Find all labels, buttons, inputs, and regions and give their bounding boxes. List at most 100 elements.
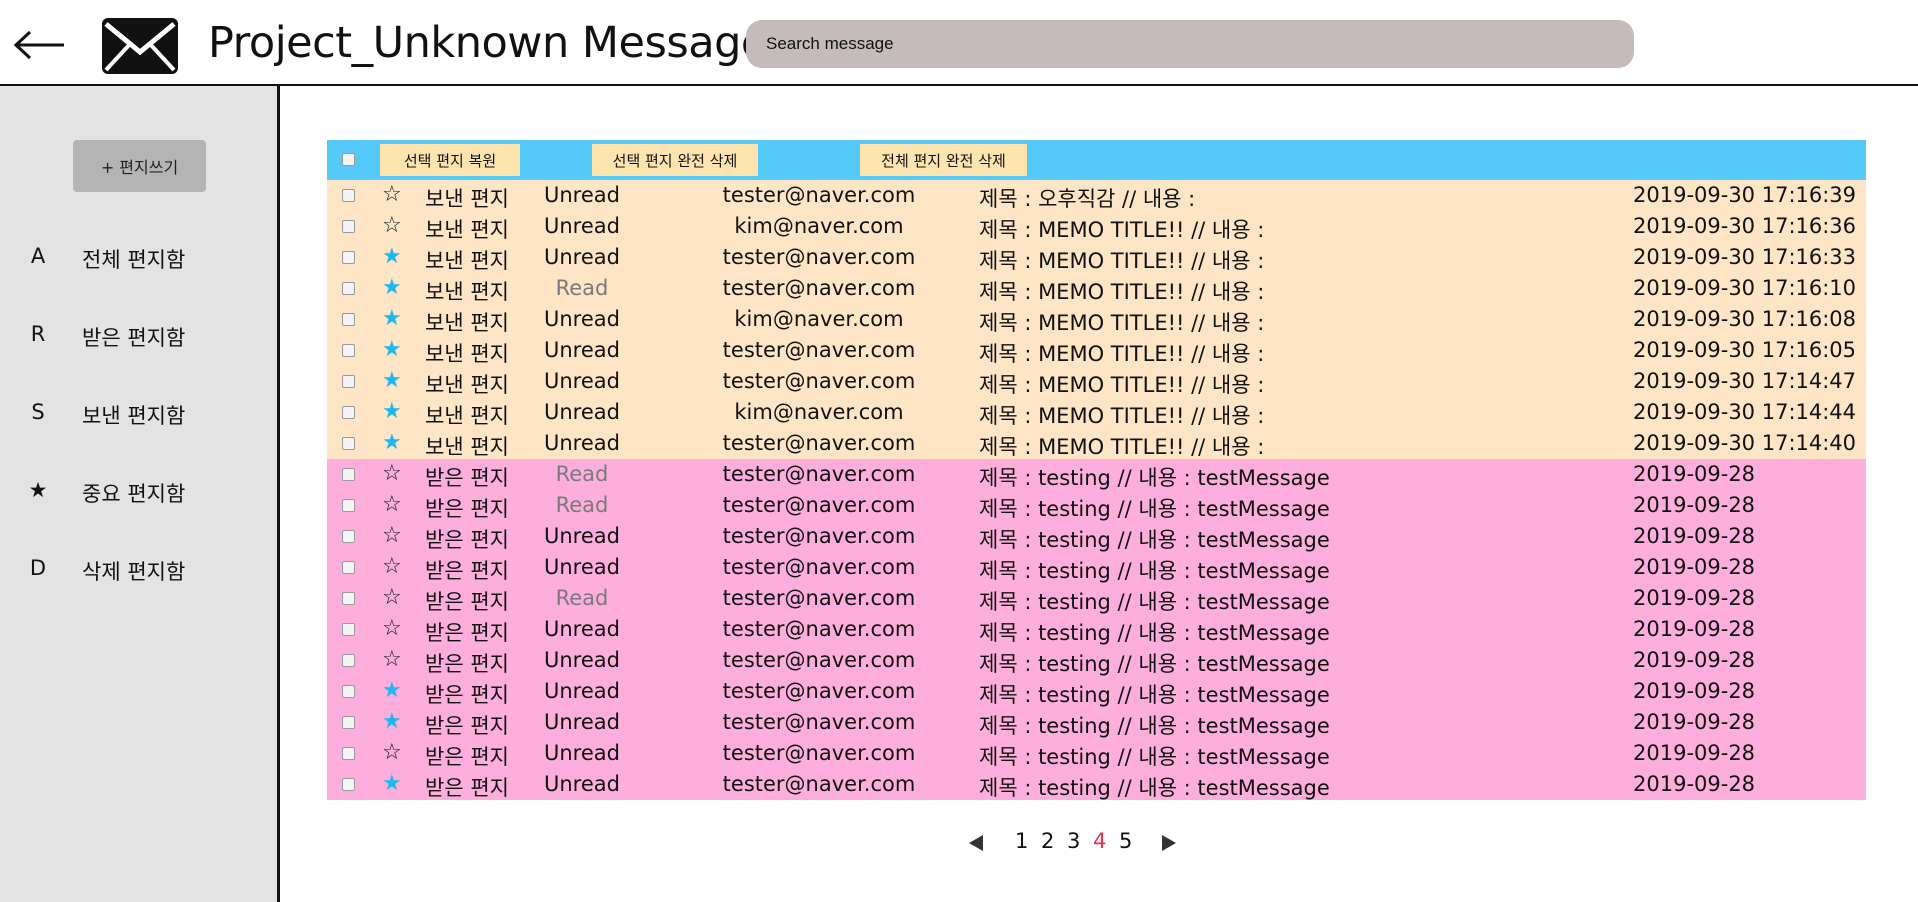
sidebar-item-all-mail[interactable]: A 전체 편지함 <box>0 236 277 280</box>
star-icon[interactable]: ★ <box>382 275 402 301</box>
table-row[interactable]: ★ 보낸 편지 Unread kim@naver.com 제목 : MEMO TITLE… <box>327 397 1866 428</box>
table-row[interactable]: ★ 보낸 편지 Unread tester@naver.com 제목 : MEMO TI… <box>327 242 1866 273</box>
star-icon[interactable]: ☆ <box>382 554 402 580</box>
table-row[interactable]: ★ 받은 편지 Unread tester@naver.com 제목 : testing… <box>327 707 1866 738</box>
table-row[interactable]: ☆ 받은 편지 Read tester@naver.com 제목 : testing /… <box>327 490 1866 521</box>
message-subject[interactable]: 제목 : MEMO TITLE!! // 내용 : <box>979 214 1264 244</box>
restore-selected-button[interactable]: 선택 편지 복원 <box>380 144 520 176</box>
star-icon[interactable]: ★ <box>382 709 402 735</box>
row-checkbox[interactable] <box>342 747 355 760</box>
message-subject[interactable]: 제목 : testing // 내용 : testMessage <box>979 648 1330 678</box>
page-link[interactable]: 3 <box>1067 829 1080 853</box>
prev-page-icon[interactable] <box>968 834 984 856</box>
row-checkbox[interactable] <box>342 406 355 419</box>
row-checkbox[interactable] <box>342 561 355 574</box>
compose-button[interactable]: + 편지쓰기 <box>73 140 206 192</box>
star-icon[interactable]: ☆ <box>382 182 402 208</box>
table-row[interactable]: ★ 보낸 편지 Unread tester@naver.com 제목 : MEMO TI… <box>327 428 1866 459</box>
row-checkbox[interactable] <box>342 778 355 791</box>
star-icon[interactable]: ☆ <box>382 492 402 518</box>
message-subject[interactable]: 제목 : MEMO TITLE!! // 내용 : <box>979 245 1264 275</box>
table-row[interactable]: ★ 보낸 편지 Unread tester@naver.com 제목 : MEMO TI… <box>327 366 1866 397</box>
row-checkbox[interactable] <box>342 189 355 202</box>
star-icon[interactable]: ☆ <box>382 523 402 549</box>
message-subject[interactable]: 제목 : testing // 내용 : testMessage <box>979 462 1330 492</box>
sidebar-item-inbox[interactable]: R 받은 편지함 <box>0 314 277 358</box>
star-icon[interactable]: ☆ <box>382 740 402 766</box>
star-icon[interactable]: ★ <box>382 244 402 270</box>
table-row[interactable]: ★ 받은 편지 Unread tester@naver.com 제목 : testing… <box>327 769 1866 800</box>
back-arrow-icon[interactable] <box>14 30 66 60</box>
search-input[interactable] <box>746 20 1634 68</box>
message-subject[interactable]: 제목 : testing // 내용 : testMessage <box>979 741 1330 771</box>
row-checkbox[interactable] <box>342 530 355 543</box>
table-row[interactable]: ☆ 보낸 편지 Unread kim@naver.com 제목 : MEMO TITLE… <box>327 211 1866 242</box>
page-link[interactable]: 5 <box>1119 829 1132 853</box>
table-row[interactable]: ☆ 받은 편지 Read tester@naver.com 제목 : testing /… <box>327 459 1866 490</box>
sidebar-item-trash[interactable]: D 삭제 편지함 <box>0 548 277 592</box>
table-row[interactable]: ☆ 받은 편지 Unread tester@naver.com 제목 : testing… <box>327 552 1866 583</box>
row-checkbox[interactable] <box>342 592 355 605</box>
star-icon[interactable]: ★ <box>382 337 402 363</box>
star-icon[interactable]: ☆ <box>382 213 402 239</box>
star-icon[interactable]: ★ <box>382 399 402 425</box>
message-date: 2019-09-30 17:16:36 <box>1633 214 1857 238</box>
message-subject[interactable]: 제목 : testing // 내용 : testMessage <box>979 493 1330 523</box>
table-row[interactable]: ★ 받은 편지 Unread tester@naver.com 제목 : testing… <box>327 676 1866 707</box>
page-link[interactable]: 2 <box>1041 829 1054 853</box>
page-link-current[interactable]: 4 <box>1093 829 1106 853</box>
message-subject[interactable]: 제목 : testing // 내용 : testMessage <box>979 772 1330 802</box>
row-checkbox[interactable] <box>342 499 355 512</box>
row-checkbox[interactable] <box>342 313 355 326</box>
row-checkbox[interactable] <box>342 654 355 667</box>
star-icon[interactable]: ☆ <box>382 647 402 673</box>
message-subject[interactable]: 제목 : testing // 내용 : testMessage <box>979 617 1330 647</box>
star-icon[interactable]: ★ <box>382 306 402 332</box>
row-checkbox[interactable] <box>342 685 355 698</box>
row-checkbox[interactable] <box>342 282 355 295</box>
star-icon[interactable]: ☆ <box>382 461 402 487</box>
delete-selected-button[interactable]: 선택 편지 완전 삭제 <box>592 144 758 176</box>
table-row[interactable]: ☆ 받은 편지 Unread tester@naver.com 제목 : testing… <box>327 645 1866 676</box>
row-checkbox[interactable] <box>342 716 355 729</box>
star-icon[interactable]: ☆ <box>382 616 402 642</box>
sidebar-item-sent[interactable]: S 보낸 편지함 <box>0 392 277 436</box>
message-subject[interactable]: 제목 : testing // 내용 : testMessage <box>979 524 1330 554</box>
message-subject[interactable]: 제목 : MEMO TITLE!! // 내용 : <box>979 338 1264 368</box>
select-all-checkbox[interactable] <box>342 153 355 166</box>
message-subject[interactable]: 제목 : MEMO TITLE!! // 내용 : <box>979 276 1264 306</box>
table-row[interactable]: ☆ 받은 편지 Unread tester@naver.com 제목 : testing… <box>327 614 1866 645</box>
star-icon[interactable]: ★ <box>382 368 402 394</box>
table-row[interactable]: ☆ 받은 편지 Unread tester@naver.com 제목 : testing… <box>327 738 1866 769</box>
message-subject[interactable]: 제목 : MEMO TITLE!! // 내용 : <box>979 400 1264 430</box>
row-checkbox[interactable] <box>342 623 355 636</box>
message-subject[interactable]: 제목 : MEMO TITLE!! // 내용 : <box>979 369 1264 399</box>
row-checkbox[interactable] <box>342 437 355 450</box>
table-row[interactable]: ☆ 받은 편지 Read tester@naver.com 제목 : testing /… <box>327 583 1866 614</box>
table-row[interactable]: ★ 보낸 편지 Read tester@naver.com 제목 : MEMO TITL… <box>327 273 1866 304</box>
row-checkbox[interactable] <box>342 251 355 264</box>
table-row[interactable]: ☆ 받은 편지 Unread tester@naver.com 제목 : testing… <box>327 521 1866 552</box>
star-icon[interactable]: ★ <box>382 430 402 456</box>
next-page-icon[interactable] <box>1161 834 1177 856</box>
message-subject[interactable]: 제목 : MEMO TITLE!! // 내용 : <box>979 431 1264 461</box>
row-checkbox[interactable] <box>342 375 355 388</box>
message-subject[interactable]: 제목 : testing // 내용 : testMessage <box>979 679 1330 709</box>
sidebar-item-important[interactable]: ★ 중요 편지함 <box>0 470 277 514</box>
message-subject[interactable]: 제목 : testing // 내용 : testMessage <box>979 555 1330 585</box>
message-subject[interactable]: 제목 : 오후직감 // 내용 : <box>979 183 1195 213</box>
star-icon[interactable]: ★ <box>382 771 402 797</box>
message-subject[interactable]: 제목 : MEMO TITLE!! // 내용 : <box>979 307 1264 337</box>
table-row[interactable]: ☆ 보낸 편지 Unread tester@naver.com 제목 : 오후직감 //… <box>327 180 1866 211</box>
star-icon[interactable]: ★ <box>382 678 402 704</box>
delete-all-button[interactable]: 전체 편지 완전 삭제 <box>860 144 1027 176</box>
message-subject[interactable]: 제목 : testing // 내용 : testMessage <box>979 710 1330 740</box>
table-row[interactable]: ★ 보낸 편지 Unread tester@naver.com 제목 : MEMO TI… <box>327 335 1866 366</box>
row-checkbox[interactable] <box>342 468 355 481</box>
table-row[interactable]: ★ 보낸 편지 Unread kim@naver.com 제목 : MEMO TITLE… <box>327 304 1866 335</box>
message-subject[interactable]: 제목 : testing // 내용 : testMessage <box>979 586 1330 616</box>
row-checkbox[interactable] <box>342 220 355 233</box>
row-checkbox[interactable] <box>342 344 355 357</box>
star-icon[interactable]: ☆ <box>382 585 402 611</box>
page-link[interactable]: 1 <box>1015 829 1028 853</box>
